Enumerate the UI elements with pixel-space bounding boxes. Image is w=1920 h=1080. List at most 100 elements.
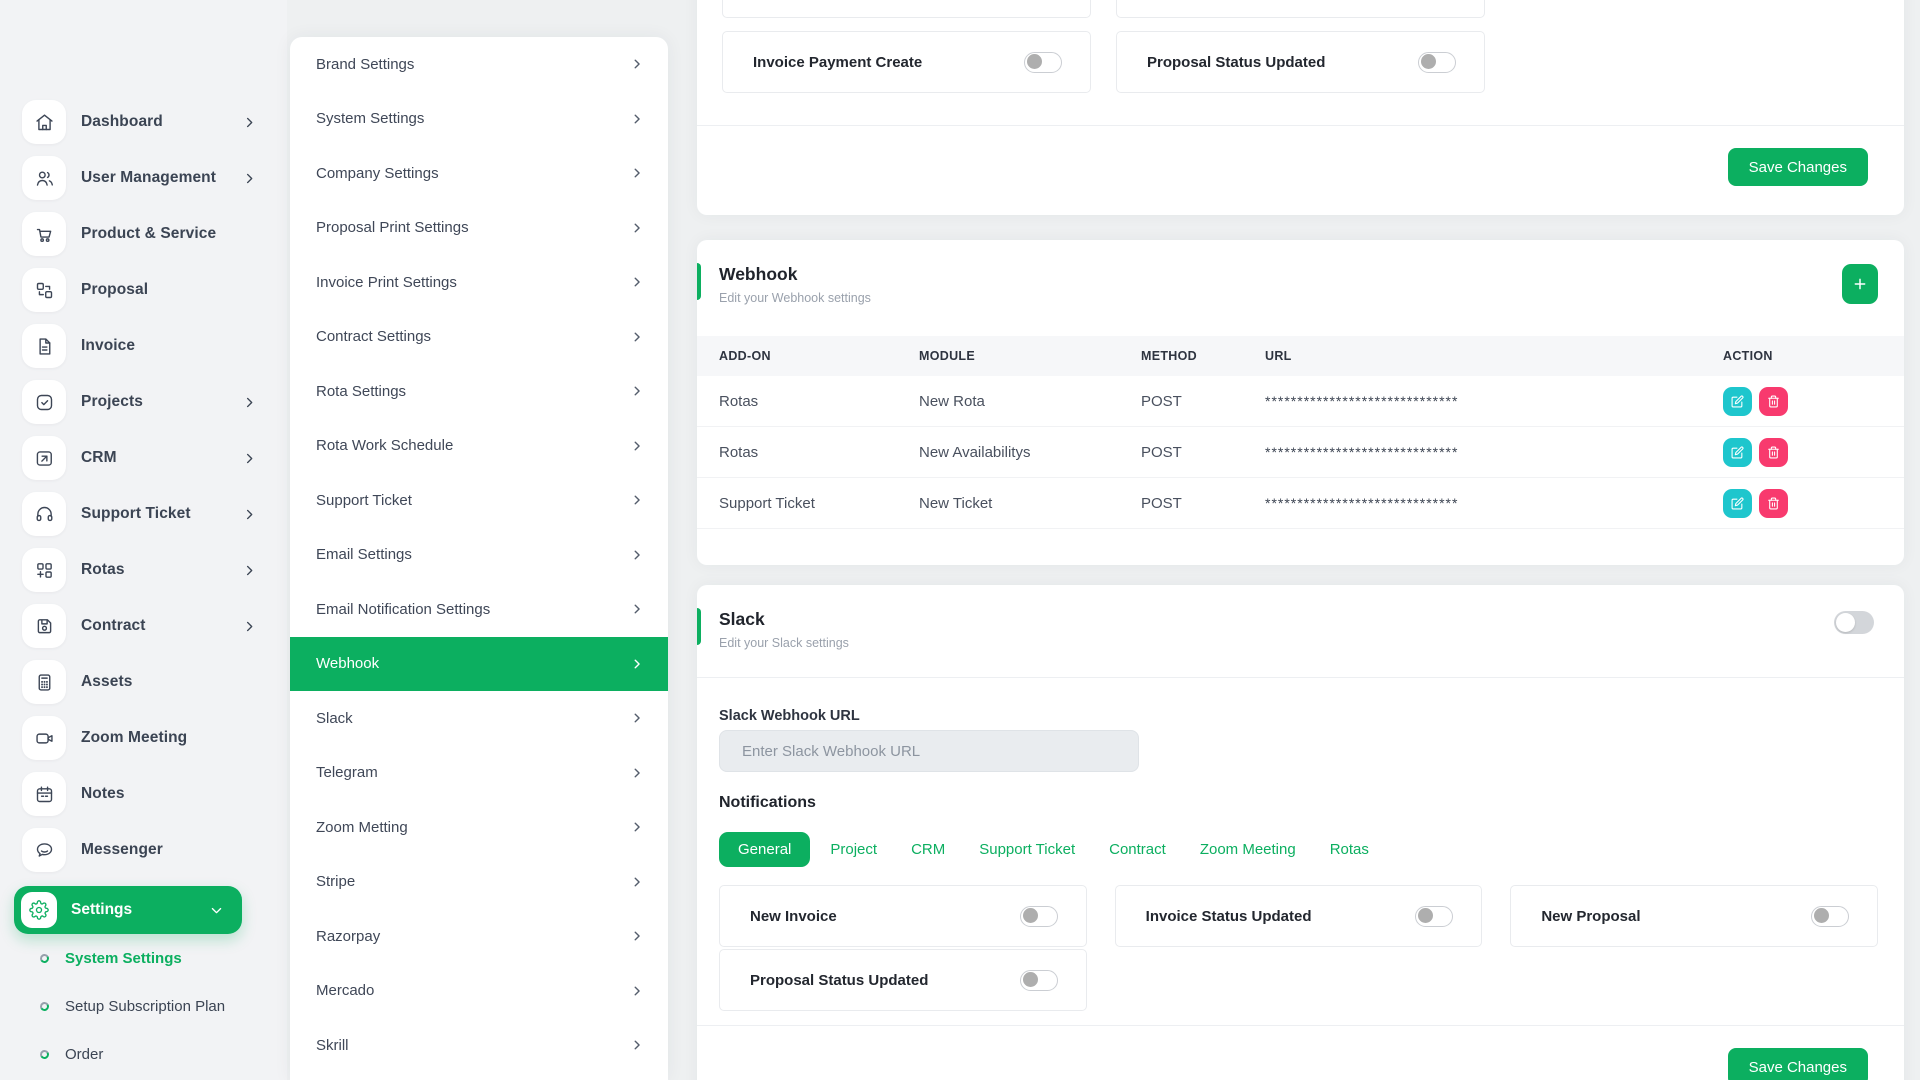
settings-subitem-system-settings[interactable]: System Settings [0, 934, 287, 982]
notification-tabs: General Project CRM Support Ticket Contr… [719, 832, 1878, 867]
menu-item-label: Brand Settings [316, 56, 414, 73]
chevron-right-icon [630, 929, 644, 943]
edit-icon [1731, 395, 1744, 408]
settings-menu-item-webhook[interactable]: Webhook [290, 637, 668, 692]
chevron-right-icon [630, 875, 644, 889]
toggle-knob [1418, 908, 1433, 923]
webhook-card-title: Webhook [719, 264, 1878, 285]
settings-menu-item-brand-settings[interactable]: Brand Settings [290, 37, 668, 92]
settings-menu-item-mercado[interactable]: Mercado [290, 964, 668, 1019]
toggle-switch[interactable] [1020, 906, 1058, 927]
toggle-label: Proposal Status Updated [750, 972, 928, 989]
sidebar-item-messenger[interactable]: Messenger [0, 822, 287, 878]
tab-zoom-meeting[interactable]: Zoom Meeting [1186, 832, 1310, 867]
empty-cell [1510, 31, 1879, 93]
settings-menu-item-stripe[interactable]: Stripe [290, 855, 668, 910]
edit-button[interactable] [1723, 489, 1752, 518]
sidebar-item-contract[interactable]: Contract [0, 598, 287, 654]
crm-icon [34, 448, 55, 469]
column-header-module: MODULE [919, 349, 1141, 363]
tab-crm[interactable]: CRM [897, 832, 959, 867]
tab-general[interactable]: General [719, 832, 810, 867]
sidebar-item-dashboard[interactable]: Dashboard [0, 94, 287, 150]
sidebar-item-product-service[interactable]: Product & Service [0, 206, 287, 262]
settings-menu-item-email-notification-settings[interactable]: Email Notification Settings [290, 582, 668, 637]
sidebar-item-user-management[interactable]: User Management [0, 150, 287, 206]
settings-menu-item-skrill[interactable]: Skrill [290, 1018, 668, 1073]
cell-module: New Availabilitys [919, 444, 1141, 461]
row-actions [1723, 387, 1904, 416]
slack-enable-toggle[interactable] [1834, 611, 1874, 634]
chevron-right-icon [242, 395, 257, 410]
chevron-right-icon [630, 984, 644, 998]
sidebar-item-zoom-meeting[interactable]: Zoom Meeting [0, 710, 287, 766]
toggle-switch[interactable] [1024, 52, 1062, 73]
gear-icon [29, 900, 49, 920]
menu-item-label: Company Settings [316, 165, 439, 182]
add-webhook-button[interactable] [1842, 264, 1878, 304]
settings-menu-panel: Brand Settings System Settings Company S… [290, 37, 668, 1080]
cell-addon: Rotas [719, 444, 919, 461]
settings-menu-item-proposal-print-settings[interactable]: Proposal Print Settings [290, 201, 668, 256]
settings-menu-item-contract-settings[interactable]: Contract Settings [290, 310, 668, 365]
delete-button[interactable] [1759, 489, 1788, 518]
settings-menu-item-company-settings[interactable]: Company Settings [290, 146, 668, 201]
tab-project[interactable]: Project [816, 832, 891, 867]
settings-subitem-order[interactable]: Order [0, 1030, 287, 1078]
toggle-switch[interactable] [1020, 970, 1058, 991]
settings-menu-item-rota-work-schedule[interactable]: Rota Work Schedule [290, 419, 668, 474]
sidebar-item-proposal[interactable]: Proposal [0, 262, 287, 318]
menu-item-label: System Settings [316, 110, 424, 127]
sidebar-item-notes[interactable]: Notes [0, 766, 287, 822]
column-header-url: URL [1265, 349, 1723, 363]
cell-module: New Rota [919, 393, 1141, 410]
sidebar-item-settings[interactable]: Settings [14, 886, 242, 934]
sidebar-item-label: Invoice [81, 337, 135, 355]
sidebar-item-rotas[interactable]: Rotas [0, 542, 287, 598]
settings-menu-item-invoice-print-settings[interactable]: Invoice Print Settings [290, 255, 668, 310]
sidebar-item-crm[interactable]: CRM [0, 430, 287, 486]
edit-button[interactable] [1723, 438, 1752, 467]
tab-contract[interactable]: Contract [1095, 832, 1180, 867]
settings-menu-item-rota-settings[interactable]: Rota Settings [290, 364, 668, 419]
sidebar-item-support-ticket[interactable]: Support Ticket [0, 486, 287, 542]
cell-module: New Ticket [919, 495, 1141, 512]
headset-icon [34, 504, 55, 525]
settings-menu-item-email-settings[interactable]: Email Settings [290, 528, 668, 583]
chevron-right-icon [630, 657, 644, 671]
delete-button[interactable] [1759, 387, 1788, 416]
sidebar-item-assets[interactable]: Assets [0, 654, 287, 710]
toggle-switch[interactable] [1415, 906, 1453, 927]
settings-menu-item-telegram[interactable]: Telegram [290, 746, 668, 801]
main-content: Invoice Payment Create Proposal Status U… [697, 0, 1904, 1080]
tab-rotas[interactable]: Rotas [1316, 832, 1383, 867]
chevron-right-icon [630, 1038, 644, 1052]
settings-menu-item-zoom-metting[interactable]: Zoom Metting [290, 800, 668, 855]
bullet-icon [39, 1000, 50, 1011]
save-changes-button[interactable]: Save Changes [1728, 1048, 1868, 1080]
chevron-right-icon [630, 493, 644, 507]
column-header-action: ACTION [1723, 349, 1904, 363]
settings-menu-item-support-ticket[interactable]: Support Ticket [290, 473, 668, 528]
settings-menu-item-razorpay[interactable]: Razorpay [290, 909, 668, 964]
cell-url: ****************************** [1265, 444, 1723, 460]
slack-url-input[interactable] [719, 730, 1139, 772]
toggle-switch[interactable] [1811, 906, 1849, 927]
delete-button[interactable] [1759, 438, 1788, 467]
sidebar-item-invoice[interactable]: Invoice [0, 318, 287, 374]
trash-icon [1767, 446, 1780, 459]
save-changes-button[interactable]: Save Changes [1728, 148, 1868, 186]
settings-subitem-setup-subscription-plan[interactable]: Setup Subscription Plan [0, 982, 287, 1030]
toggle-card-cutoff [1116, 0, 1485, 18]
settings-menu-item-system-settings[interactable]: System Settings [290, 92, 668, 147]
edit-button[interactable] [1723, 387, 1752, 416]
chevron-right-icon [242, 507, 257, 522]
toggle-switch[interactable] [1418, 52, 1456, 73]
table-row: Rotas New Availabilitys POST ***********… [697, 427, 1904, 478]
settings-menu-item-slack[interactable]: Slack [290, 691, 668, 746]
slack-card-body: Slack Webhook URL Notifications General … [697, 708, 1904, 1011]
users-icon [34, 168, 55, 189]
tab-support-ticket[interactable]: Support Ticket [965, 832, 1089, 867]
sidebar-item-projects[interactable]: Projects [0, 374, 287, 430]
menu-item-label: Mercado [316, 982, 374, 999]
